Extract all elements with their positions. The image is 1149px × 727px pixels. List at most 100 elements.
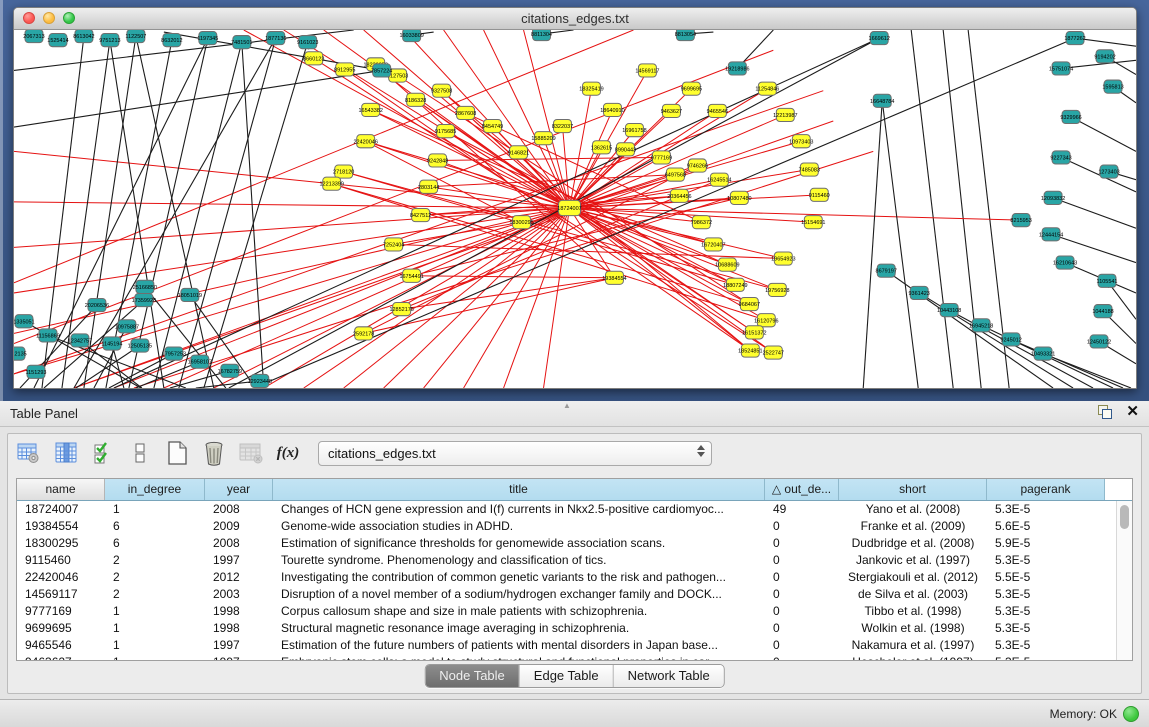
graph-node[interactable]: 2522747 bbox=[763, 346, 784, 359]
graph-node[interactable]: 8811304 bbox=[531, 30, 552, 41]
graph-node[interactable]: 8632012 bbox=[161, 34, 182, 47]
graph-node[interactable]: 9751213 bbox=[99, 34, 120, 47]
graph-node[interactable]: 7485083 bbox=[799, 163, 820, 176]
graph-node[interactable]: 8427512 bbox=[410, 208, 431, 221]
graph-node[interactable]: 2067313 bbox=[23, 30, 44, 43]
trash-icon[interactable] bbox=[201, 440, 227, 466]
graph-node[interactable]: 6497568 bbox=[665, 168, 686, 181]
graph-node[interactable]: 20364456 bbox=[667, 189, 691, 202]
table-row[interactable]: 969969511998Structural magnetic resonanc… bbox=[17, 620, 1117, 637]
table-row[interactable]: 977716911998Corpus callosum shape and si… bbox=[17, 603, 1117, 620]
tab-edge-table[interactable]: Edge Table bbox=[520, 665, 614, 687]
graph-node[interactable]: 12093832 bbox=[1041, 191, 1065, 204]
graph-node[interactable]: 12852175 bbox=[389, 303, 413, 316]
graph-node[interactable]: 16945218 bbox=[969, 319, 993, 332]
graph-node[interactable]: 11156869 bbox=[36, 329, 60, 342]
graph-node[interactable]: 18524851 bbox=[738, 344, 762, 357]
graph-node[interactable]: 7857224 bbox=[371, 64, 392, 77]
network-view-canvas[interactable]: 1872400797771696497568974626616245514203… bbox=[14, 30, 1136, 388]
graph-node[interactable]: 16120796 bbox=[754, 314, 778, 327]
function-builder-icon[interactable]: f(x) bbox=[275, 440, 301, 466]
show-columns-icon[interactable] bbox=[53, 440, 79, 466]
graph-node[interactable]: 1362615 bbox=[591, 141, 612, 154]
graph-node[interactable]: 9329966 bbox=[1060, 110, 1081, 123]
graph-node[interactable]: 9175685 bbox=[435, 125, 456, 138]
graph-node[interactable]: 12342757 bbox=[68, 334, 92, 347]
graph-node[interactable]: 16151372 bbox=[742, 326, 766, 339]
table-row[interactable]: 1938455462009Genome-wide association stu… bbox=[17, 518, 1117, 535]
network-window[interactable]: citations_edges.txt 18724007977716964975… bbox=[13, 7, 1137, 389]
graph-node[interactable]: 7986372 bbox=[691, 216, 712, 229]
graph-node[interactable]: 1122507 bbox=[125, 30, 146, 43]
graph-node[interactable]: 1335051 bbox=[14, 315, 35, 328]
float-panel-icon[interactable] bbox=[1098, 405, 1112, 419]
graph-node[interactable]: 12213987 bbox=[773, 108, 797, 121]
graph-node[interactable]: 25166850 bbox=[133, 280, 157, 293]
graph-node[interactable]: 9227343 bbox=[1050, 151, 1071, 164]
graph-node[interactable]: 18325419 bbox=[579, 82, 603, 95]
tab-node-table[interactable]: Node Table bbox=[425, 665, 520, 687]
graph-node[interactable]: 9463627 bbox=[661, 104, 682, 117]
graph-node[interactable]: 8186328 bbox=[405, 93, 426, 106]
graph-node[interactable]: 2718120 bbox=[333, 165, 354, 178]
row-height-icon[interactable] bbox=[127, 440, 153, 466]
graph-node[interactable]: 12505135 bbox=[128, 339, 152, 352]
graph-node[interactable]: 8660123 bbox=[303, 52, 324, 65]
graph-node[interactable]: 9684067 bbox=[739, 297, 760, 310]
table-row[interactable]: 911546021997Tourette syndrome. Phenomeno… bbox=[17, 552, 1117, 569]
graph-node[interactable]: 12213399 bbox=[320, 177, 344, 190]
graph-node[interactable]: 7481501 bbox=[231, 36, 252, 49]
graph-node[interactable]: 8679197 bbox=[876, 264, 897, 277]
table-row[interactable]: 1830029562008Estimation of significance … bbox=[17, 535, 1117, 552]
tab-network-table[interactable]: Network Table bbox=[614, 665, 724, 687]
graph-node[interactable]: 9194202 bbox=[1094, 50, 1115, 63]
graph-node[interactable]: 11254846 bbox=[755, 82, 779, 95]
graph-node[interactable]: 1273403 bbox=[1098, 165, 1119, 178]
network-window-titlebar[interactable]: citations_edges.txt bbox=[14, 8, 1136, 30]
graph-node[interactable]: 2592178 bbox=[353, 327, 374, 340]
graph-node[interactable]: 18300295 bbox=[509, 216, 533, 229]
column-header-year[interactable]: year bbox=[205, 479, 273, 500]
graph-node[interactable]: 8990443 bbox=[615, 143, 636, 156]
scrollbar-thumb[interactable] bbox=[1120, 505, 1129, 529]
graph-node[interactable]: 16245514 bbox=[707, 173, 731, 186]
graph-node[interactable]: 16961758 bbox=[622, 124, 646, 137]
graph-node[interactable]: 9465546 bbox=[707, 104, 728, 117]
graph-node[interactable]: 7252404 bbox=[383, 238, 404, 251]
graph-node[interactable]: 9777169 bbox=[651, 151, 672, 164]
graph-node[interactable]: 15751074 bbox=[1049, 62, 1073, 75]
graph-node[interactable]: 1877262 bbox=[1064, 32, 1085, 45]
graph-node[interactable]: 8912955 bbox=[334, 63, 355, 76]
graph-node[interactable]: 1145194 bbox=[101, 337, 122, 350]
graph-node[interactable]: 8322037 bbox=[552, 120, 573, 133]
graph-node[interactable]: 1197345 bbox=[197, 32, 218, 45]
graph-node[interactable]: 16958107 bbox=[188, 355, 212, 368]
graph-node[interactable]: 1151293 bbox=[26, 365, 47, 378]
graph-node[interactable]: 14569117 bbox=[635, 64, 659, 77]
graph-node[interactable]: 1105541 bbox=[1097, 274, 1118, 287]
graph-node[interactable]: 10688609 bbox=[715, 258, 739, 271]
graph-node[interactable]: 9245012 bbox=[1000, 333, 1021, 346]
table-options-icon[interactable] bbox=[16, 440, 42, 466]
graph-node[interactable]: 18051019 bbox=[178, 288, 202, 301]
graph-node[interactable]: 10807480 bbox=[727, 191, 751, 204]
column-header-title[interactable]: title bbox=[273, 479, 765, 500]
graph-node[interactable]: 19654923 bbox=[771, 252, 795, 265]
graph-node[interactable]: 17359928 bbox=[132, 293, 156, 306]
graph-node[interactable]: 9746266 bbox=[687, 159, 708, 172]
graph-node[interactable]: 22420046 bbox=[353, 135, 377, 148]
graph-node[interactable]: 18640910 bbox=[600, 103, 624, 116]
graph-node[interactable]: 10493321 bbox=[1031, 347, 1055, 360]
graph-node[interactable]: 10973403 bbox=[789, 135, 813, 148]
graph-node[interactable]: 19384554 bbox=[602, 271, 626, 284]
graph-node[interactable]: 10443108 bbox=[937, 304, 961, 317]
graph-node[interactable]: 8215953 bbox=[1010, 214, 1031, 227]
graph-node[interactable]: 16648784 bbox=[870, 94, 894, 107]
graph-node[interactable]: 19218986 bbox=[725, 62, 749, 75]
graph-node[interactable]: 15154691 bbox=[801, 216, 825, 229]
graph-node[interactable]: 16754491 bbox=[399, 269, 423, 282]
graph-node[interactable]: 8454749 bbox=[482, 120, 503, 133]
graph-node[interactable]: 8912135 bbox=[14, 347, 27, 360]
graph-node[interactable]: 16033809 bbox=[399, 30, 423, 42]
graph-node[interactable]: 9361423 bbox=[909, 286, 930, 299]
